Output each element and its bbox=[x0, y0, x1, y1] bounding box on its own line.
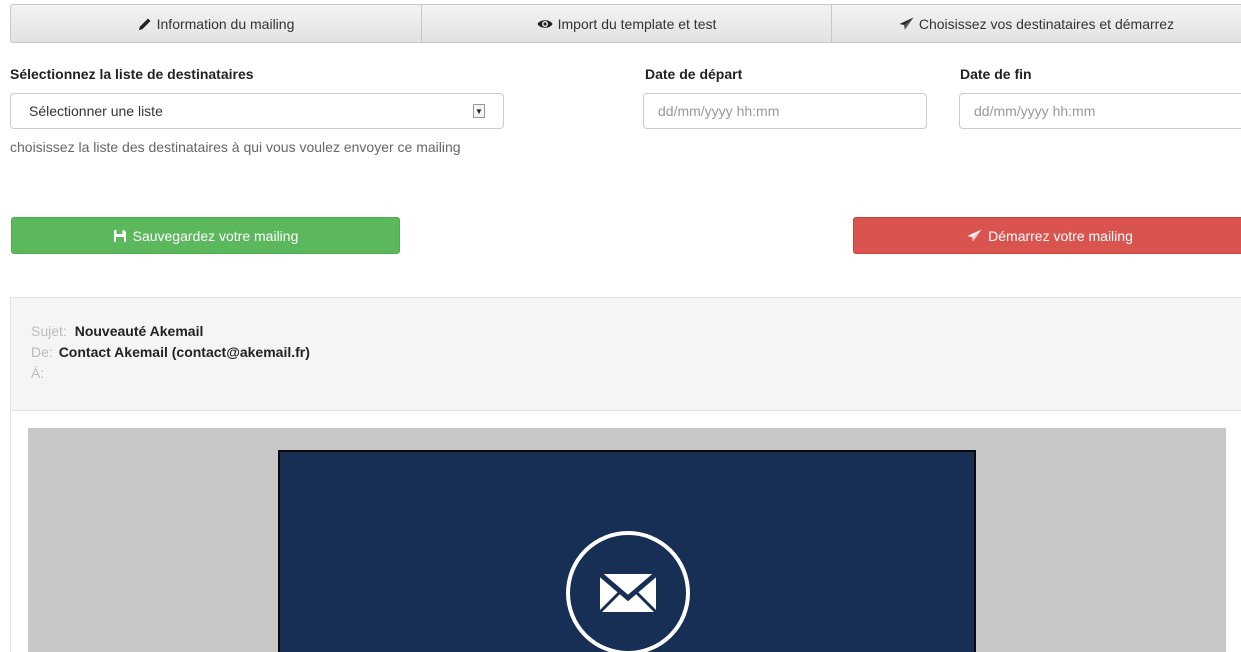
email-subject-value: Nouveauté Akemail bbox=[74, 323, 204, 339]
recipient-list-selected-value: Sélectionner une liste bbox=[29, 103, 163, 119]
email-from-row: De: Contact Akemail (contact@akemail.fr) bbox=[31, 342, 1241, 363]
start-mailing-button[interactable]: Démarrez votre mailing bbox=[853, 217, 1241, 254]
email-to-row: À: bbox=[31, 363, 1241, 384]
email-template-card bbox=[278, 450, 976, 652]
save-mailing-button[interactable]: Sauvegardez votre mailing bbox=[11, 217, 400, 254]
end-date-input[interactable] bbox=[959, 93, 1241, 129]
start-mailing-label: Démarrez votre mailing bbox=[988, 227, 1133, 244]
tab-import-template-label: Import du template et test bbox=[557, 15, 717, 32]
recipient-list-select[interactable]: Sélectionner une liste ▼ bbox=[10, 93, 504, 129]
tab-information-label: Information du mailing bbox=[156, 15, 295, 32]
eye-icon bbox=[537, 18, 553, 30]
pencil-icon bbox=[138, 17, 152, 31]
recipient-list-help: choisissez la liste des destinataires à … bbox=[10, 139, 461, 155]
email-to-key: À: bbox=[31, 365, 45, 381]
end-date-label: Date de fin bbox=[960, 66, 1032, 82]
tab-recipients-start-label: Choisissez vos destinataires et démarrez bbox=[918, 15, 1175, 32]
tab-import-template[interactable]: Import du template et test bbox=[422, 4, 832, 43]
wizard-tabs: Information du mailing Import du templat… bbox=[10, 4, 1241, 43]
email-from-key: De: bbox=[31, 344, 53, 360]
tab-recipients-start[interactable]: Choisissez vos destinataires et démarrez bbox=[832, 4, 1241, 43]
email-preview-header: Sujet: Nouveauté Akemail De: Contact Ake… bbox=[11, 298, 1241, 411]
email-from-value: Contact Akemail (contact@akemail.fr) bbox=[58, 344, 310, 360]
recipient-list-label: Sélectionnez la liste de destinataires bbox=[10, 66, 254, 82]
paper-plane-icon bbox=[967, 229, 982, 242]
email-preview-body bbox=[28, 428, 1226, 652]
select-arrow-icon: ▼ bbox=[473, 104, 485, 118]
floppy-disk-icon bbox=[113, 229, 127, 243]
email-subject-key: Sujet: bbox=[31, 323, 67, 339]
envelope-logo-icon bbox=[565, 530, 691, 652]
email-preview: Sujet: Nouveauté Akemail De: Contact Ake… bbox=[10, 297, 1241, 652]
paper-plane-icon bbox=[899, 17, 914, 30]
email-subject-row: Sujet: Nouveauté Akemail bbox=[31, 321, 1241, 342]
tab-information[interactable]: Information du mailing bbox=[10, 4, 422, 43]
start-date-label: Date de départ bbox=[645, 66, 743, 82]
save-mailing-label: Sauvegardez votre mailing bbox=[132, 227, 299, 244]
start-date-input[interactable] bbox=[643, 93, 927, 129]
